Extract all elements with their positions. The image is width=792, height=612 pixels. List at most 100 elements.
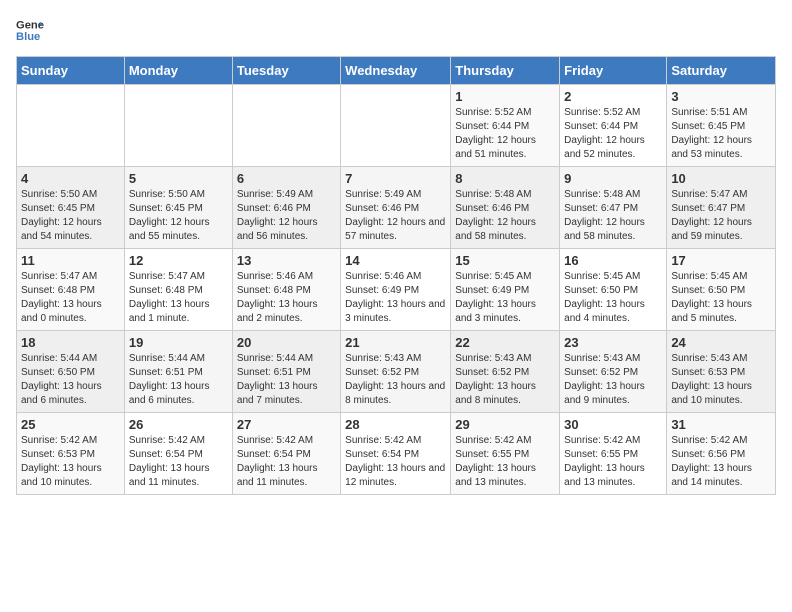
- calendar-cell: 9 Sunrise: 5:48 AMSunset: 6:47 PMDaylight…: [560, 167, 667, 249]
- day-info: Sunrise: 5:42 AMSunset: 6:55 PMDaylight:…: [564, 434, 662, 490]
- calendar-cell: 21 Sunrise: 5:43 AMSunset: 6:52 PMDayligh…: [341, 331, 451, 413]
- calendar-table: SundayMondayTuesdayWednesdayThursdayFrid…: [16, 56, 776, 495]
- day-info: Sunrise: 5:52 AMSunset: 6:44 PMDaylight:…: [564, 106, 662, 162]
- day-number: 5: [129, 171, 228, 186]
- calendar-cell: 13 Sunrise: 5:46 AMSunset: 6:48 PMDayligh…: [232, 249, 340, 331]
- weekday-header-wednesday: Wednesday: [341, 57, 451, 85]
- day-number: 31: [671, 417, 771, 432]
- day-number: 7: [345, 171, 446, 186]
- day-info: Sunrise: 5:44 AMSunset: 6:50 PMDaylight:…: [21, 352, 120, 408]
- day-number: 1: [455, 89, 555, 104]
- calendar-cell: 26 Sunrise: 5:42 AMSunset: 6:54 PMDayligh…: [124, 413, 232, 495]
- day-number: 8: [455, 171, 555, 186]
- day-info: Sunrise: 5:46 AMSunset: 6:49 PMDaylight:…: [345, 270, 446, 326]
- day-number: 11: [21, 253, 120, 268]
- page-header: General Blue: [16, 16, 776, 44]
- calendar-cell: 7 Sunrise: 5:49 AMSunset: 6:46 PMDaylight…: [341, 167, 451, 249]
- day-info: Sunrise: 5:44 AMSunset: 6:51 PMDaylight:…: [237, 352, 336, 408]
- calendar-cell: 2 Sunrise: 5:52 AMSunset: 6:44 PMDaylight…: [560, 85, 667, 167]
- day-number: 12: [129, 253, 228, 268]
- day-number: 4: [21, 171, 120, 186]
- calendar-cell: [232, 85, 340, 167]
- calendar-cell: 10Sunrise: 5:47 AMSunset: 6:47 PMDayligh…: [667, 167, 776, 249]
- day-number: 26: [129, 417, 228, 432]
- day-info: Sunrise: 5:47 AMSunset: 6:48 PMDaylight:…: [129, 270, 228, 326]
- day-info: Sunrise: 5:42 AMSunset: 6:54 PMDaylight:…: [129, 434, 228, 490]
- day-number: 17: [671, 253, 771, 268]
- day-number: 24: [671, 335, 771, 350]
- day-info: Sunrise: 5:42 AMSunset: 6:53 PMDaylight:…: [21, 434, 120, 490]
- day-number: 9: [564, 171, 662, 186]
- day-number: 10: [671, 171, 771, 186]
- day-info: Sunrise: 5:50 AMSunset: 6:45 PMDaylight:…: [129, 188, 228, 244]
- day-info: Sunrise: 5:52 AMSunset: 6:44 PMDaylight:…: [455, 106, 555, 162]
- calendar-cell: 24 Sunrise: 5:43 AMSunset: 6:53 PMDayligh…: [667, 331, 776, 413]
- calendar-cell: [17, 85, 125, 167]
- day-number: 18: [21, 335, 120, 350]
- weekday-header-monday: Monday: [124, 57, 232, 85]
- day-info: Sunrise: 5:42 AMSunset: 6:54 PMDaylight:…: [345, 434, 446, 490]
- logo-icon: General Blue: [16, 16, 44, 44]
- day-info: Sunrise: 5:43 AMSunset: 6:52 PMDaylight:…: [455, 352, 555, 408]
- calendar-cell: [124, 85, 232, 167]
- calendar-cell: 18 Sunrise: 5:44 AMSunset: 6:50 PMDayligh…: [17, 331, 125, 413]
- day-number: 21: [345, 335, 446, 350]
- weekday-header-tuesday: Tuesday: [232, 57, 340, 85]
- day-info: Sunrise: 5:45 AMSunset: 6:50 PMDaylight:…: [671, 270, 771, 326]
- day-number: 6: [237, 171, 336, 186]
- day-number: 15: [455, 253, 555, 268]
- calendar-cell: 4 Sunrise: 5:50 AMSunset: 6:45 PMDaylight…: [17, 167, 125, 249]
- calendar-cell: 16 Sunrise: 5:45 AMSunset: 6:50 PMDayligh…: [560, 249, 667, 331]
- svg-text:Blue: Blue: [16, 31, 40, 43]
- day-info: Sunrise: 5:51 AMSunset: 6:45 PMDaylight:…: [671, 106, 771, 162]
- weekday-header-thursday: Thursday: [451, 57, 560, 85]
- day-number: 25: [21, 417, 120, 432]
- calendar-cell: 30 Sunrise: 5:42 AMSunset: 6:55 PMDayligh…: [560, 413, 667, 495]
- day-info: Sunrise: 5:50 AMSunset: 6:45 PMDaylight:…: [21, 188, 120, 244]
- day-info: Sunrise: 5:43 AMSunset: 6:52 PMDaylight:…: [345, 352, 446, 408]
- day-number: 16: [564, 253, 662, 268]
- calendar-cell: 28 Sunrise: 5:42 AMSunset: 6:54 PMDayligh…: [341, 413, 451, 495]
- calendar-cell: 25 Sunrise: 5:42 AMSunset: 6:53 PMDayligh…: [17, 413, 125, 495]
- day-number: 20: [237, 335, 336, 350]
- day-number: 28: [345, 417, 446, 432]
- day-info: Sunrise: 5:44 AMSunset: 6:51 PMDaylight:…: [129, 352, 228, 408]
- day-info: Sunrise: 5:49 AMSunset: 6:46 PMDaylight:…: [237, 188, 336, 244]
- day-number: 22: [455, 335, 555, 350]
- logo: General Blue: [16, 16, 44, 44]
- calendar-cell: 27Sunrise: 5:42 AMSunset: 6:54 PMDayligh…: [232, 413, 340, 495]
- calendar-cell: 8 Sunrise: 5:48 AMSunset: 6:46 PMDaylight…: [451, 167, 560, 249]
- day-number: 13: [237, 253, 336, 268]
- day-number: 3: [671, 89, 771, 104]
- day-info: Sunrise: 5:48 AMSunset: 6:47 PMDaylight:…: [564, 188, 662, 244]
- weekday-header-sunday: Sunday: [17, 57, 125, 85]
- calendar-cell: 19 Sunrise: 5:44 AMSunset: 6:51 PMDayligh…: [124, 331, 232, 413]
- day-number: 19: [129, 335, 228, 350]
- calendar-cell: 23Sunrise: 5:43 AMSunset: 6:52 PMDayligh…: [560, 331, 667, 413]
- day-info: Sunrise: 5:42 AMSunset: 6:56 PMDaylight:…: [671, 434, 771, 490]
- calendar-cell: 5 Sunrise: 5:50 AMSunset: 6:45 PMDaylight…: [124, 167, 232, 249]
- calendar-cell: 3 Sunrise: 5:51 AMSunset: 6:45 PMDaylight…: [667, 85, 776, 167]
- day-info: Sunrise: 5:46 AMSunset: 6:48 PMDaylight:…: [237, 270, 336, 326]
- calendar-cell: 31 Sunrise: 5:42 AMSunset: 6:56 PMDayligh…: [667, 413, 776, 495]
- weekday-header-friday: Friday: [560, 57, 667, 85]
- weekday-header-saturday: Saturday: [667, 57, 776, 85]
- day-info: Sunrise: 5:43 AMSunset: 6:53 PMDaylight:…: [671, 352, 771, 408]
- calendar-cell: 14 Sunrise: 5:46 AMSunset: 6:49 PMDayligh…: [341, 249, 451, 331]
- day-number: 30: [564, 417, 662, 432]
- calendar-cell: 11Sunrise: 5:47 AMSunset: 6:48 PMDayligh…: [17, 249, 125, 331]
- day-info: Sunrise: 5:42 AMSunset: 6:55 PMDaylight:…: [455, 434, 555, 490]
- day-info: Sunrise: 5:48 AMSunset: 6:46 PMDaylight:…: [455, 188, 555, 244]
- day-number: 2: [564, 89, 662, 104]
- calendar-cell: [341, 85, 451, 167]
- day-number: 27: [237, 417, 336, 432]
- day-info: Sunrise: 5:45 AMSunset: 6:49 PMDaylight:…: [455, 270, 555, 326]
- day-number: 23: [564, 335, 662, 350]
- calendar-cell: 1 Sunrise: 5:52 AMSunset: 6:44 PMDaylight…: [451, 85, 560, 167]
- calendar-cell: 17 Sunrise: 5:45 AMSunset: 6:50 PMDayligh…: [667, 249, 776, 331]
- day-number: 14: [345, 253, 446, 268]
- day-number: 29: [455, 417, 555, 432]
- day-info: Sunrise: 5:45 AMSunset: 6:50 PMDaylight:…: [564, 270, 662, 326]
- day-info: Sunrise: 5:49 AMSunset: 6:46 PMDaylight:…: [345, 188, 446, 244]
- calendar-cell: 20 Sunrise: 5:44 AMSunset: 6:51 PMDayligh…: [232, 331, 340, 413]
